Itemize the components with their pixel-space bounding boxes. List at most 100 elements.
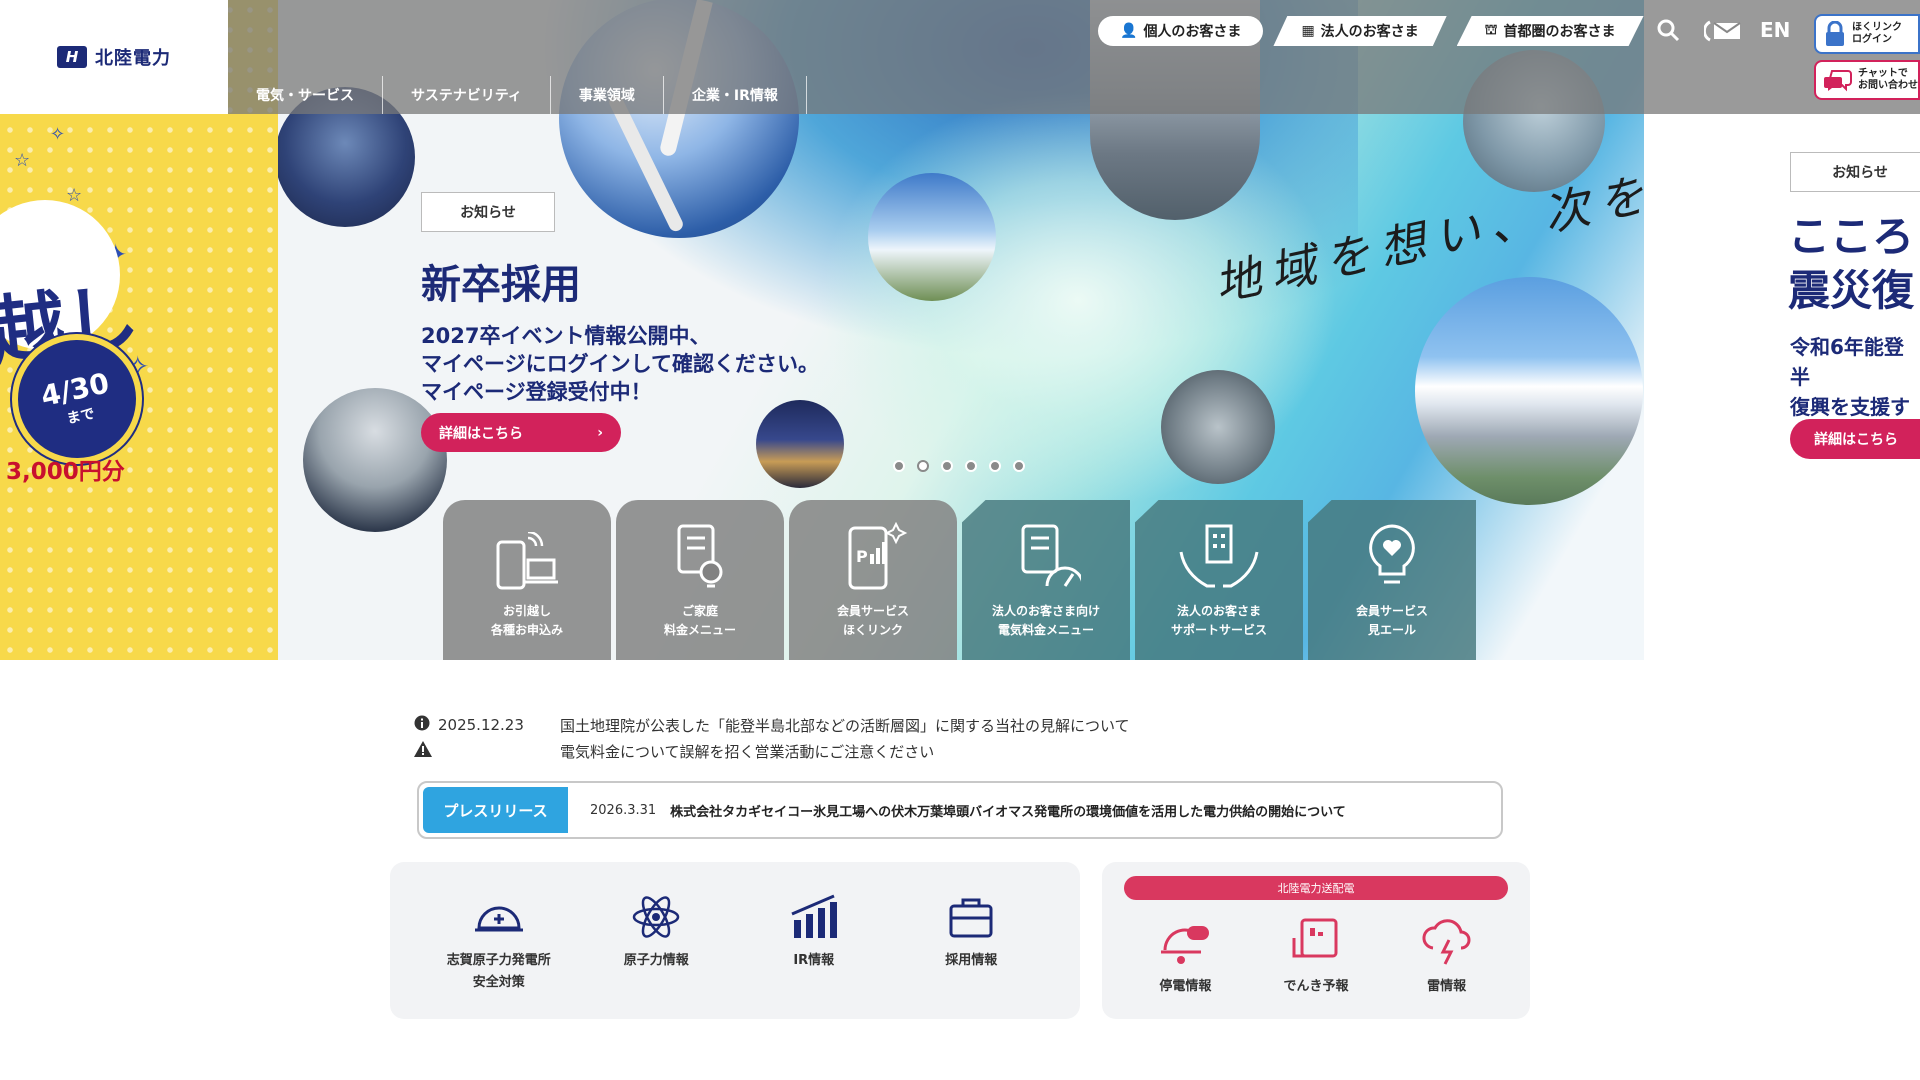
next-slide-sub: 令和6年能登半 復興を支援す	[1790, 335, 1910, 419]
tile-label: ご家庭 料金メニュー	[663, 604, 736, 637]
star-icon: ☆	[14, 150, 31, 171]
slide-detail-button[interactable]: 詳細はこちら ›	[421, 413, 621, 452]
segment-label: 法人のお客さま	[1320, 24, 1419, 40]
tile-label: 法人のお客さま サポートサービス	[1170, 604, 1267, 637]
recruit-person-photo	[303, 388, 447, 532]
carousel-dot-1[interactable]	[893, 460, 905, 472]
slide-title: 新卒採用	[421, 262, 581, 308]
segment-metropolitan[interactable]: ⛫ 首都圏のお客さま	[1456, 16, 1644, 46]
site-logo[interactable]: H 北陸電力	[0, 0, 228, 114]
link-power-forecast[interactable]: でんき予報	[1261, 902, 1371, 998]
building-icon: ▦	[1301, 23, 1315, 39]
quick-links: お引越し 各種お申込み ご家庭 料金メニュー P 会員サービス ほくリンク 法人…	[443, 500, 1476, 660]
link-thunder-info[interactable]: 雷情報	[1392, 902, 1502, 998]
page: ☆ ✧ ☆ ✦ ✧ 越し 4/30 まで 3,000円分 地域を想い、次を創る	[0, 0, 1920, 1080]
link-nuclear-info[interactable]: 原子力情報	[586, 862, 726, 1019]
link-shika-safety[interactable]: 志賀原子力発電所 安全対策	[429, 862, 569, 1019]
star-icon: ✧	[50, 124, 66, 145]
notice-item[interactable]: 2025.12.23 国土地理院が公表した「能登半島北部などの活断層図」に関する…	[414, 712, 1130, 738]
warning-icon	[414, 741, 438, 761]
mail-phone-icon[interactable]	[1704, 20, 1742, 42]
next-slide-tag: お知らせ	[1790, 152, 1920, 192]
link-ir-info[interactable]: IR情報	[744, 862, 884, 1019]
next-slide-title: こころ 震災復	[1788, 212, 1915, 315]
chat-icon	[1824, 70, 1852, 92]
helmet-icon	[474, 906, 523, 932]
logo-text: 北陸電力	[95, 48, 171, 69]
tile-label: 会員サービス 見エール	[1355, 604, 1428, 637]
tile-label: お引越し 各種お申込み	[490, 604, 563, 637]
bulb-heart-icon	[1369, 524, 1415, 584]
hokulink-login-button[interactable]: ほくリンク ログイン	[1814, 14, 1920, 54]
notice-text: 国土地理院が公表した「能登半島北部などの活断層図」に関する当社の見解について	[560, 716, 1130, 735]
tile-label: 法人のお客さま向け 電気料金メニュー	[991, 604, 1100, 637]
link-recruit[interactable]: 採用情報	[901, 862, 1041, 1019]
nav-electricity-service[interactable]: 電気・サービス	[228, 76, 383, 114]
nav-sustainability[interactable]: サステナビリティ	[383, 76, 551, 114]
segment-label: 個人のお客さま	[1143, 24, 1242, 40]
outage-icon	[1161, 926, 1210, 964]
segment-corporate[interactable]: ▦ 法人のお客さま	[1273, 16, 1447, 46]
person-icon: 👤	[1120, 23, 1138, 39]
document-gauge-icon	[1021, 524, 1081, 587]
svg-text:P: P	[856, 547, 868, 566]
link-label: IR情報	[793, 953, 835, 968]
chat-label: チャットで お問い合わせ	[1858, 68, 1918, 91]
phone-laptop-icon	[496, 532, 558, 590]
tile-moving[interactable]: お引越し 各種お申込み	[443, 500, 611, 660]
atom-icon	[633, 896, 680, 938]
segment-individual[interactable]: 👤 個人のお客さま	[1098, 16, 1264, 46]
link-label: 採用情報	[945, 953, 998, 968]
chart-up-icon	[791, 894, 837, 938]
search-icon[interactable]	[1656, 18, 1680, 42]
important-notices: 2025.12.23 国土地理院が公表した「能登半島北部などの活断層図」に関する…	[414, 712, 1130, 764]
tile-business-support[interactable]: 法人のお客さま サポートサービス	[1135, 500, 1303, 660]
carousel-dot-6[interactable]	[1013, 460, 1025, 472]
link-label: 志賀原子力発電所 安全対策	[446, 953, 551, 990]
slide-tag: お知らせ	[421, 192, 555, 232]
nav-business-domain[interactable]: 事業領域	[551, 76, 664, 114]
grid-company-panel: 北陸電力送配電 停電情報 でんき予報 雷情報	[1102, 862, 1530, 1019]
grid-company-header[interactable]: 北陸電力送配電	[1124, 876, 1508, 900]
notice-text: 電気料金について誤解を招く営業活動にご注意ください	[560, 742, 935, 761]
hands-building-icon	[1179, 524, 1259, 588]
tile-hokulink[interactable]: P 会員サービス ほくリンク	[789, 500, 957, 660]
document-bulb-icon	[677, 524, 723, 588]
tile-home-plan[interactable]: ご家庭 料金メニュー	[616, 500, 784, 660]
notice-date: 2025.12.23	[438, 716, 524, 734]
login-label: ほくリンク ログイン	[1852, 22, 1902, 45]
press-release-title: 株式会社タカギセイコー氷見工場への伏木万葉埠頭バイオマス発電所の環境価値を活用し…	[670, 804, 1346, 820]
thunder-icon	[1422, 919, 1471, 965]
link-outage-info[interactable]: 停電情報	[1130, 902, 1240, 998]
press-release-bar[interactable]: プレスリリース 2026.3.31 株式会社タカギセイコー氷見工場への伏木万葉埠…	[417, 781, 1503, 839]
promo-amount: 3,000円分	[6, 459, 125, 485]
nav-corporate-ir[interactable]: 企業・IR情報	[664, 76, 807, 114]
phone-chart-icon: P	[848, 522, 908, 590]
carousel-dot-3[interactable]	[941, 460, 953, 472]
carousel-dots	[893, 460, 1025, 472]
carousel-dot-4[interactable]	[965, 460, 977, 472]
next-slide-detail-button[interactable]: 詳細はこちら	[1790, 419, 1920, 459]
link-label: 停電情報	[1159, 979, 1212, 994]
briefcase-icon	[949, 898, 993, 938]
chevron-right-icon: ›	[597, 424, 603, 441]
link-label: でんき予報	[1283, 979, 1349, 994]
carousel-dot-2[interactable]	[917, 460, 929, 472]
link-label: 原子力情報	[623, 953, 689, 968]
slide-detail-label: 詳細はこちら	[439, 425, 523, 442]
power-pylon-photo	[868, 173, 996, 301]
info-icon	[414, 715, 438, 735]
language-en-link[interactable]: EN	[1760, 18, 1790, 42]
carousel-dot-5[interactable]	[989, 460, 1001, 472]
customer-segments: 👤 個人のお客さま ▦ 法人のお客さま ⛫ 首都圏のお客さま	[1098, 16, 1644, 46]
notice-item[interactable]: 電気料金について誤解を招く営業活動にご注意ください	[414, 738, 1130, 764]
logo-mark-icon: H	[57, 46, 87, 68]
tile-mieru[interactable]: 会員サービス 見エール	[1308, 500, 1476, 660]
segment-label: 首都圏のお客さま	[1503, 24, 1616, 40]
corporate-links-panel: 志賀原子力発電所 安全対策 原子力情報 IR情報 採用情報	[390, 862, 1080, 1019]
chat-inquiry-button[interactable]: チャットで お問い合わせ	[1814, 60, 1920, 100]
tile-label: 会員サービス ほくリンク	[836, 604, 909, 637]
mountain-city-photo	[1415, 277, 1643, 505]
night-city-photo	[756, 400, 844, 488]
tile-business-plan[interactable]: 法人のお客さま向け 電気料金メニュー	[962, 500, 1130, 660]
